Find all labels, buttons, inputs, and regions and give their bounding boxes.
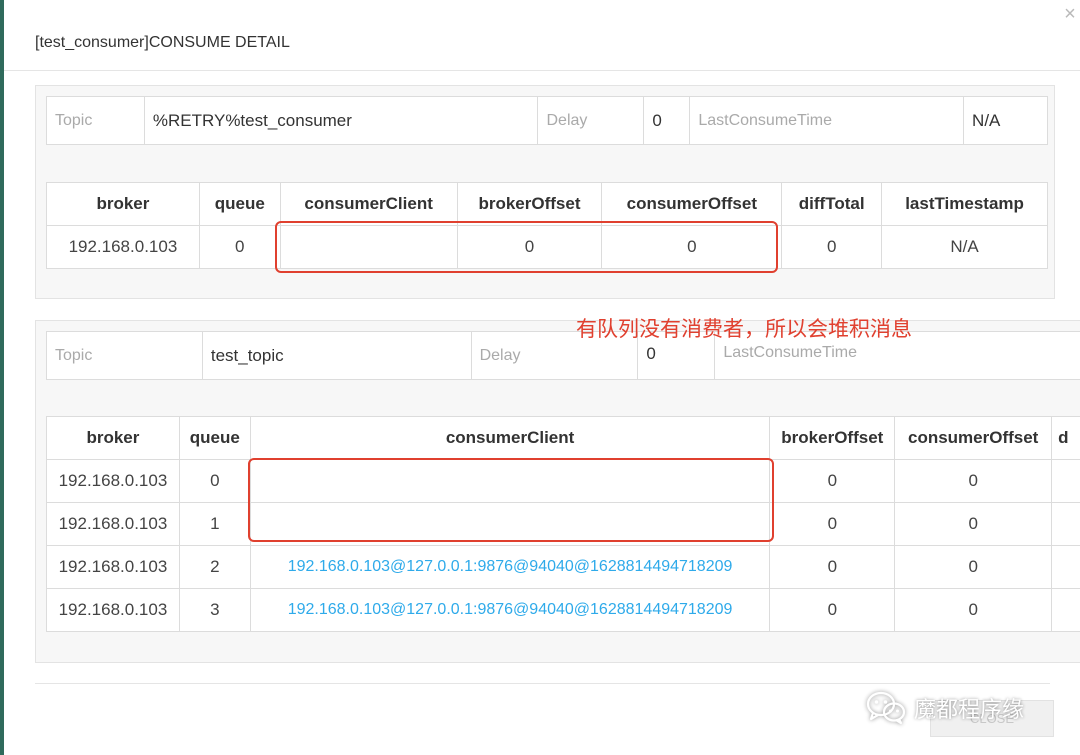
cell-broker: 192.168.0.103 bbox=[46, 502, 180, 546]
watermark-text: 魔都程序缘 bbox=[914, 698, 1025, 723]
col-consumer-client: consumerClient bbox=[249, 416, 771, 460]
cell-diff-total: 0 bbox=[781, 225, 883, 269]
cell-last-timestamp: N/A bbox=[881, 225, 1048, 269]
wechat-icon bbox=[866, 691, 906, 725]
col-queue: queue bbox=[178, 416, 251, 460]
cell-broker-offset: 0 bbox=[769, 502, 896, 546]
modal-title: [test_consumer]CONSUME DETAIL bbox=[35, 34, 290, 51]
col-diff-total: diffTotal bbox=[781, 182, 883, 226]
cell-queue: 1 bbox=[178, 502, 251, 546]
cell-broker: 192.168.0.103 bbox=[46, 588, 180, 632]
cell-broker-offset: 0 bbox=[769, 588, 896, 632]
cell-queue: 0 bbox=[198, 225, 281, 269]
cell-empty bbox=[1051, 545, 1080, 589]
annotation-box-test bbox=[248, 458, 774, 542]
cell-consumer-offset: 0 bbox=[894, 459, 1053, 503]
col-consumer-client: consumerClient bbox=[279, 182, 458, 226]
cell-queue: 3 bbox=[178, 588, 251, 632]
col-queue: queue bbox=[198, 182, 281, 226]
consume-detail-modal: × [test_consumer]CONSUME DETAIL Topic %R… bbox=[4, 0, 1080, 755]
delay-label: Delay bbox=[537, 96, 645, 145]
col-broker: broker bbox=[46, 416, 180, 460]
col-broker-offset: brokerOffset bbox=[456, 182, 603, 226]
topic-info-table: Topic test_topic Delay 0 LastConsumeTime bbox=[46, 331, 1080, 380]
table-row: 192.168.0.103 2 192.168.0.103@127.0.0.1:… bbox=[46, 545, 1080, 589]
delay-value: 0 bbox=[643, 96, 691, 145]
topic-value: test_topic bbox=[201, 331, 472, 380]
cell-broker: 192.168.0.103 bbox=[46, 225, 200, 269]
watermark: 魔都程序缘 bbox=[866, 690, 1024, 726]
title-divider bbox=[4, 70, 1080, 71]
close-icon[interactable]: × bbox=[1062, 4, 1078, 24]
cell-consumer-offset: 0 bbox=[894, 545, 1053, 589]
table-header-row: broker queue consumerClient brokerOffset… bbox=[46, 416, 1080, 460]
table-row: 192.168.0.103 3 192.168.0.103@127.0.0.1:… bbox=[46, 588, 1080, 632]
cell-broker-offset: 0 bbox=[769, 459, 896, 503]
lastconsume-value: N/A bbox=[963, 96, 1048, 145]
col-broker-offset: brokerOffset bbox=[769, 416, 896, 460]
topic-label: Topic bbox=[46, 331, 203, 380]
topic-value: %RETRY%test_consumer bbox=[143, 96, 539, 145]
cell-consumer-offset: 0 bbox=[894, 502, 1053, 546]
lastconsume-label: LastConsumeTime bbox=[689, 96, 965, 145]
col-diff-truncated: d bbox=[1051, 416, 1080, 460]
cell-empty bbox=[1051, 502, 1080, 546]
consumer-client-link[interactable]: 192.168.0.103@127.0.0.1:9876@94040@16288… bbox=[249, 545, 771, 589]
cell-broker: 192.168.0.103 bbox=[46, 545, 180, 589]
topic-label: Topic bbox=[46, 96, 145, 145]
col-broker: broker bbox=[46, 182, 200, 226]
cell-queue: 2 bbox=[178, 545, 251, 589]
topic-info-table: Topic %RETRY%test_consumer Delay 0 LastC… bbox=[46, 96, 1048, 145]
col-consumer-offset: consumerOffset bbox=[601, 182, 783, 226]
cell-consumer-offset: 0 bbox=[894, 588, 1053, 632]
col-consumer-offset: consumerOffset bbox=[894, 416, 1053, 460]
col-last-timestamp: lastTimestamp bbox=[881, 182, 1048, 226]
annotation-box-retry bbox=[275, 221, 778, 273]
consumer-client-link[interactable]: 192.168.0.103@127.0.0.1:9876@94040@16288… bbox=[249, 588, 771, 632]
cell-broker: 192.168.0.103 bbox=[46, 459, 180, 503]
table-header-row: broker queue consumerClient brokerOffset… bbox=[46, 182, 1048, 226]
annotation-text: 有队列没有消费者，所以会堆积消息 bbox=[576, 317, 912, 341]
footer-divider bbox=[35, 683, 1050, 684]
cell-queue: 0 bbox=[178, 459, 251, 503]
cell-empty bbox=[1051, 459, 1080, 503]
cell-empty bbox=[1051, 588, 1080, 632]
cell-broker-offset: 0 bbox=[769, 545, 896, 589]
